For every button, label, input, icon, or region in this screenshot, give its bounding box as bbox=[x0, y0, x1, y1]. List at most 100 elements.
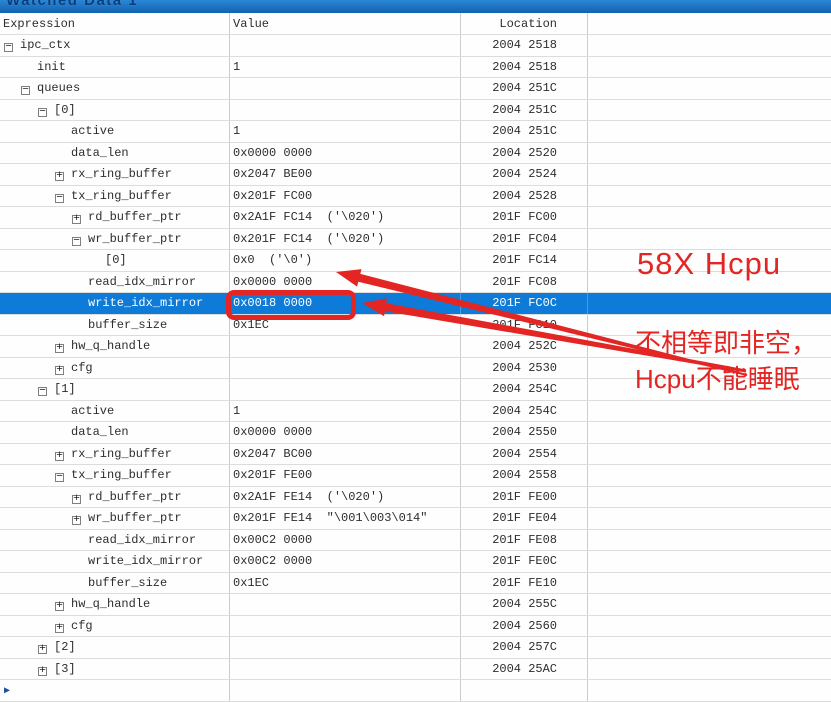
column-header-location[interactable]: Location bbox=[461, 13, 588, 34]
annotation-note-line2: Hcpu不能睡眠 bbox=[635, 361, 817, 397]
expression-cell: + hw_q_handle bbox=[0, 336, 230, 357]
expression-label: write_idx_mirror bbox=[88, 554, 203, 568]
expression-label: queues bbox=[37, 81, 80, 95]
expression-label: wr_buffer_ptr bbox=[88, 511, 182, 525]
location-cell: 201F FE10 bbox=[461, 573, 588, 594]
watch-row[interactable]: −tx_ring_buffer0x201F FE002004 2558 bbox=[0, 465, 831, 487]
annotation-note-line1: 不相等即非空， bbox=[635, 325, 817, 361]
expand-icon[interactable]: + bbox=[55, 344, 64, 353]
expand-icon[interactable]: + bbox=[55, 602, 64, 611]
watch-row[interactable]: +rx_ring_buffer0x2047 BE002004 2524 bbox=[0, 164, 831, 186]
collapse-icon[interactable]: − bbox=[4, 43, 13, 52]
expand-icon[interactable]: + bbox=[72, 495, 81, 504]
annotation-note: 不相等即非空， Hcpu不能睡眠 bbox=[635, 325, 817, 397]
value-cell: 0x0000 0000 bbox=[230, 272, 461, 293]
value-cell: 1 bbox=[230, 57, 461, 78]
watch-row[interactable]: + [3] 2004 25AC bbox=[0, 659, 831, 681]
expression-label: buffer_size bbox=[88, 576, 167, 590]
expression-cell: +cfg bbox=[0, 616, 230, 637]
window-titlebar[interactable]: Watched Data 1 bbox=[0, 0, 831, 13]
watch-row[interactable]: +cfg2004 2560 bbox=[0, 616, 831, 638]
expression-label: [1] bbox=[54, 382, 76, 396]
location-cell: 201F FC14 bbox=[461, 250, 588, 271]
row-spacer-cell bbox=[588, 508, 831, 529]
expression-label: active bbox=[71, 124, 114, 138]
collapse-icon[interactable]: − bbox=[38, 108, 47, 117]
watch-row[interactable]: +hw_q_handle2004 255C bbox=[0, 594, 831, 616]
watch-row[interactable]: +rd_buffer_ptr0x2A1F FC14 ('\020')201F F… bbox=[0, 207, 831, 229]
column-header-value[interactable]: Value bbox=[230, 13, 461, 34]
location-cell: 2004 2518 bbox=[461, 35, 588, 56]
expression-label: [0] bbox=[105, 253, 127, 267]
watch-row[interactable]: +rx_ring_buffer0x2047 BC002004 2554 bbox=[0, 444, 831, 466]
expand-icon[interactable]: + bbox=[72, 215, 81, 224]
expression-cell: −wr_buffer_ptr bbox=[0, 229, 230, 250]
location-cell: 2004 2520 bbox=[461, 143, 588, 164]
expression-label: active bbox=[71, 404, 114, 418]
window-title: Watched Data 1 bbox=[6, 0, 138, 9]
watch-row[interactable]: −init12004 2518 bbox=[0, 57, 831, 79]
watch-row[interactable]: −write_idx_mirror0x00C2 0000201F FE0C bbox=[0, 551, 831, 573]
column-header-expression[interactable]: Expression bbox=[0, 13, 230, 34]
row-spacer-cell bbox=[588, 594, 831, 615]
watch-row[interactable]: −data_len0x0000 00002004 2520 bbox=[0, 143, 831, 165]
expand-icon[interactable]: + bbox=[38, 645, 47, 654]
expression-cell: + rx_ring_buffer bbox=[0, 444, 230, 465]
expand-icon[interactable]: + bbox=[72, 516, 81, 525]
watch-row[interactable]: +[2]2004 257C bbox=[0, 637, 831, 659]
expression-label: hw_q_handle bbox=[71, 339, 150, 353]
row-spacer-cell bbox=[588, 551, 831, 572]
value-cell bbox=[230, 616, 461, 637]
row-spacer-cell bbox=[588, 35, 831, 56]
location-cell: 2004 254C bbox=[461, 379, 588, 400]
expand-icon[interactable]: + bbox=[55, 366, 64, 375]
watch-row[interactable]: −data_len0x0000 00002004 2550 bbox=[0, 422, 831, 444]
value-cell: 0x2047 BE00 bbox=[230, 164, 461, 185]
expand-icon[interactable]: + bbox=[38, 667, 47, 676]
watch-row[interactable]: −active12004 254C bbox=[0, 401, 831, 423]
watch-row[interactable]: −queues2004 251C bbox=[0, 78, 831, 100]
expression-cell: + cfg bbox=[0, 358, 230, 379]
expression-label: cfg bbox=[71, 361, 93, 375]
watch-row[interactable]: −read_idx_mirror0x00C2 0000201F FE08 bbox=[0, 530, 831, 552]
collapse-icon[interactable]: − bbox=[38, 387, 47, 396]
expression-cell: −data_len bbox=[0, 143, 230, 164]
column-header-spacer bbox=[588, 13, 831, 34]
row-spacer-cell bbox=[588, 401, 831, 422]
location-cell: 2004 2558 bbox=[461, 465, 588, 486]
row-spacer-cell bbox=[588, 293, 831, 314]
row-spacer-cell bbox=[588, 680, 831, 701]
collapse-icon[interactable]: − bbox=[55, 473, 64, 482]
expression-cell: −init bbox=[0, 57, 230, 78]
expression-label: [3] bbox=[54, 662, 76, 676]
watch-row[interactable]: −active12004 251C bbox=[0, 121, 831, 143]
collapse-icon[interactable]: − bbox=[55, 194, 64, 203]
location-cell: 2004 25AC bbox=[461, 659, 588, 680]
value-cell bbox=[230, 78, 461, 99]
row-spacer-cell bbox=[588, 57, 831, 78]
location-cell: 201F FE08 bbox=[461, 530, 588, 551]
expression-label: rx_ring_buffer bbox=[71, 447, 172, 461]
row-spacer-cell bbox=[588, 465, 831, 486]
watch-row[interactable]: −write_idx_mirror0x0018 0000201F FC0C bbox=[0, 293, 831, 315]
expression-cell: −[0] bbox=[0, 250, 230, 271]
collapse-icon[interactable]: − bbox=[21, 86, 30, 95]
watch-row[interactable]: −[0]2004 251C bbox=[0, 100, 831, 122]
watch-row[interactable]: −ipc_ctx2004 2518 bbox=[0, 35, 831, 57]
watch-row[interactable]: −buffer_size0x1EC201F FE10 bbox=[0, 573, 831, 595]
value-cell bbox=[230, 637, 461, 658]
expression-label: read_idx_mirror bbox=[88, 275, 196, 289]
watch-row[interactable]: −tx_ring_buffer0x201F FC002004 2528 bbox=[0, 186, 831, 208]
value-cell bbox=[230, 659, 461, 680]
watch-row[interactable]: +wr_buffer_ptr0x201F FE14 "\001\003\014"… bbox=[0, 508, 831, 530]
expand-icon[interactable]: + bbox=[55, 452, 64, 461]
row-spacer-cell bbox=[588, 530, 831, 551]
expression-cell: +rd_buffer_ptr bbox=[0, 207, 230, 228]
new-watch-row[interactable]: ▶ bbox=[0, 680, 831, 702]
collapse-icon[interactable]: − bbox=[72, 237, 81, 246]
expand-icon[interactable]: + bbox=[55, 172, 64, 181]
location-cell: 2004 2554 bbox=[461, 444, 588, 465]
value-cell: 0x201F FE00 bbox=[230, 465, 461, 486]
watch-row[interactable]: +rd_buffer_ptr0x2A1F FE14 ('\020')201F F… bbox=[0, 487, 831, 509]
expand-icon[interactable]: + bbox=[55, 624, 64, 633]
